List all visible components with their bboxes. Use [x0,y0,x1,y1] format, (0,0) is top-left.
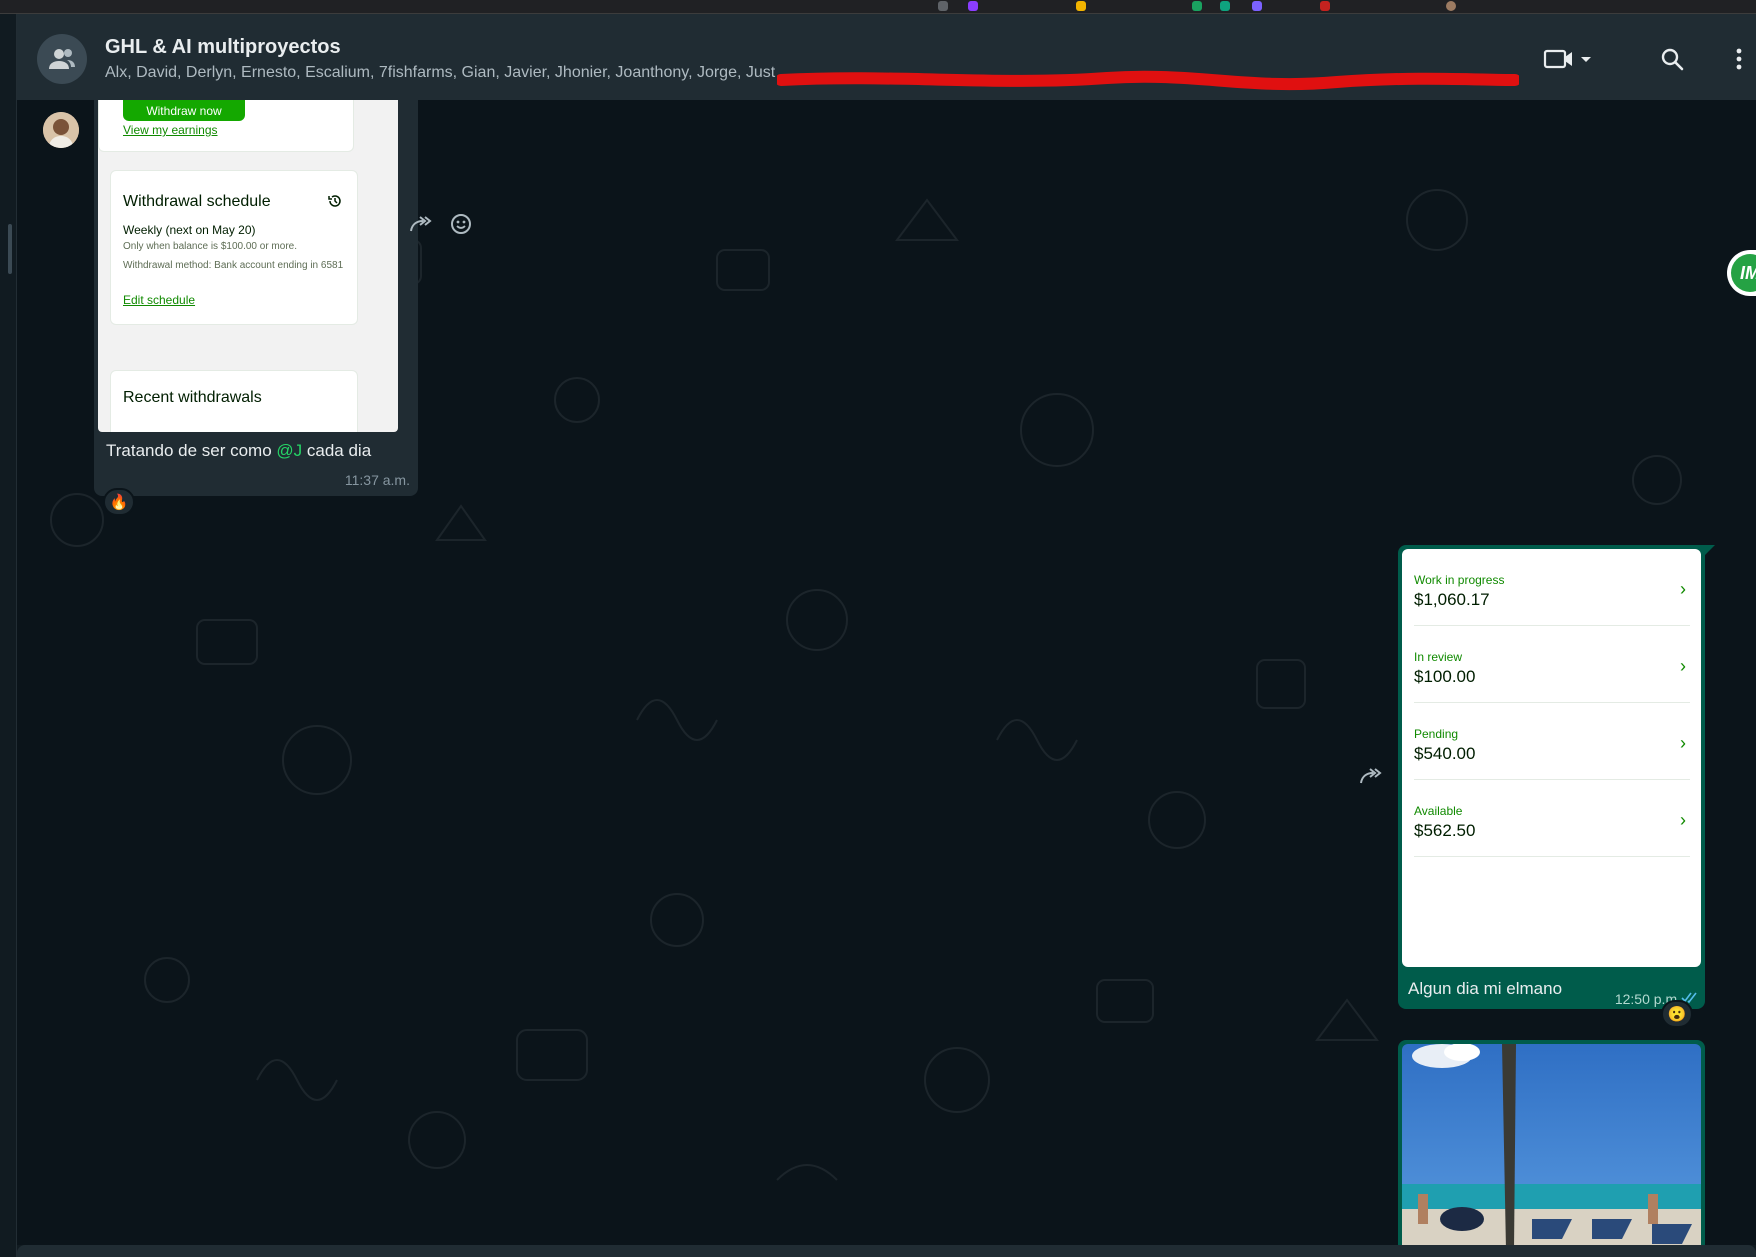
side-panel-edge [0,14,17,1257]
scrollbar-thumb[interactable] [8,224,12,274]
sender-avatar[interactable] [43,112,79,148]
react-button[interactable] [447,210,475,238]
earnings-row: In review $100.00 › [1414,626,1690,703]
earnings-row-amount: $100.00 [1414,667,1476,686]
video-call-button[interactable] [1541,46,1597,72]
message-caption: Algun dia mi elmano [1408,979,1563,998]
earnings-row-label: Available [1414,804,1463,818]
redaction-scribble [777,70,1519,91]
message-caption: Tratando de ser como @J cada dia [106,441,371,461]
chat-messages-panel[interactable]: Withdraw now View my earnings Withdrawal… [17,100,1756,1245]
extension-icon[interactable] [1192,1,1202,11]
withdrawal-schedule-card: Withdrawal schedule Weekly (next on May … [110,170,358,325]
shared-screenshot-image[interactable]: Withdraw now View my earnings Withdrawal… [98,100,398,432]
earnings-row-label: In review [1414,650,1463,664]
message-timestamp: 11:37 a.m. [344,472,410,488]
earnings-row: Pending $540.00 › [1414,703,1690,780]
chevron-right-icon: › [1680,733,1686,753]
withdrawal-method: Withdrawal method: Bank account ending i… [123,260,344,271]
earnings-row-amount: $562.50 [1414,821,1476,840]
extension-logo: IM [1731,254,1756,292]
message-reaction[interactable]: 😮 [1661,1000,1693,1028]
search-icon [1661,48,1684,71]
earnings-row-label: Pending [1414,727,1459,741]
view-earnings-link: View my earnings [123,123,218,137]
caption-text: Tratando de ser como [106,441,277,460]
browser-toolbar-strip [0,0,1756,14]
shared-earnings-screenshot[interactable]: Work in progress $1,060.17 › In review $… [1402,549,1701,967]
withdrawal-schedule-title: Withdrawal schedule [123,193,271,210]
incoming-message-bubble[interactable]: Withdraw now View my earnings Withdrawal… [94,100,418,496]
chevron-right-icon: › [1680,656,1686,676]
caption-text-end: cada dia [302,441,372,460]
recent-withdrawals-title: Recent withdrawals [123,389,262,406]
extension-icon[interactable] [938,1,948,11]
video-camera-icon [1543,49,1591,69]
schedule-frequency: Weekly (next on May 20) [123,223,256,237]
schedule-note: Only when balance is $100.00 or more. [123,241,297,252]
emoji-icon [451,214,471,234]
forward-button[interactable] [1357,762,1385,790]
withdraw-now-button: Withdraw now [123,100,245,121]
earnings-row: Available $562.50 › [1414,780,1690,857]
edit-schedule-link: Edit schedule [123,293,196,307]
user-mention[interactable]: @J [276,441,302,460]
earnings-row-amount: $540.00 [1414,744,1476,763]
message-composer-edge[interactable] [17,1245,1756,1257]
forward-button[interactable] [407,210,435,238]
bubble-tail [1703,545,1715,557]
extension-icon[interactable] [1252,1,1262,11]
beach-photo-drawing [1402,1044,1701,1245]
more-vertical-icon [1736,48,1742,70]
chevron-right-icon: › [1680,810,1686,830]
chat-header[interactable]: GHL & AI multiproyectos Alx, David, Derl… [17,14,1756,100]
forward-icon [410,216,432,232]
chat-title[interactable]: GHL & AI multiproyectos [105,36,341,59]
recent-withdrawals-card: Recent withdrawals [110,370,358,432]
menu-button[interactable] [1729,44,1749,74]
search-button[interactable] [1657,44,1687,74]
profile-avatar-icon[interactable] [1446,1,1456,11]
group-avatar[interactable] [37,34,87,84]
earnings-row: Work in progress $1,060.17 › [1414,549,1690,626]
extension-icon[interactable] [968,1,978,11]
outgoing-photo-bubble[interactable] [1398,1040,1705,1245]
sender-photo-icon [43,112,79,148]
extension-icon[interactable] [1220,1,1230,11]
extension-icon[interactable] [1320,1,1330,11]
forward-icon [1360,768,1382,784]
beach-photo-image[interactable] [1402,1044,1701,1245]
message-reaction[interactable]: 🔥 [103,488,135,516]
group-icon [49,49,75,69]
chevron-right-icon: › [1680,579,1686,599]
earnings-row-label: Work in progress [1414,573,1505,587]
extension-icon[interactable] [1076,1,1086,11]
outgoing-message-bubble[interactable]: Work in progress $1,060.17 › In review $… [1398,545,1715,1009]
history-icon [328,195,341,207]
earnings-row-amount: $1,060.17 [1414,590,1490,609]
